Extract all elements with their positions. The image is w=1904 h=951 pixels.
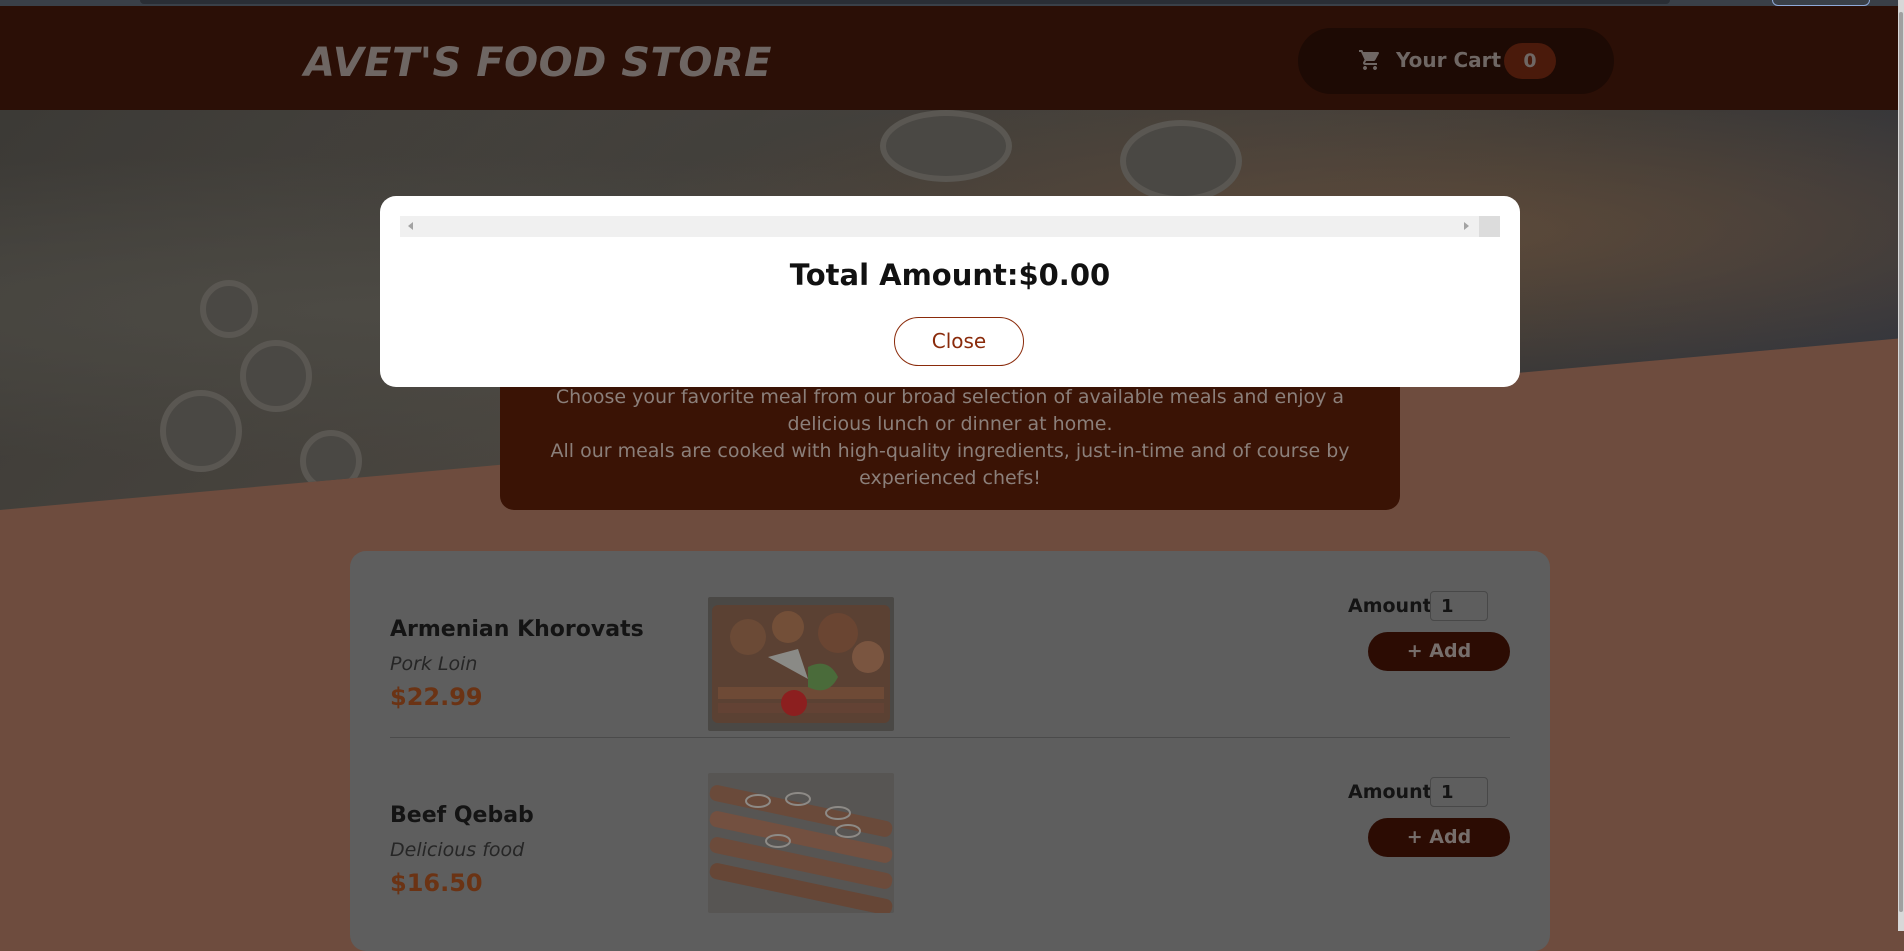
meal-name: Beef Qebab: [390, 803, 534, 828]
cart-label: Your Cart: [1396, 48, 1502, 72]
scrollbar-thumb[interactable]: [1899, 12, 1903, 912]
horizontal-scrollbar[interactable]: [400, 216, 1500, 237]
amount-label: Amount: [1348, 595, 1432, 617]
close-button[interactable]: Close: [894, 317, 1024, 366]
site-header: AVET'S FOOD STORE Your Cart 0: [0, 6, 1904, 110]
amount-input[interactable]: [1430, 777, 1488, 807]
amount-input[interactable]: [1430, 591, 1488, 621]
amount-label: Amount: [1348, 781, 1432, 803]
add-button[interactable]: + Add: [1368, 818, 1510, 857]
summary-line-2: All our meals are cooked with high-quali…: [550, 440, 1350, 489]
brand-title: AVET'S FOOD STORE: [304, 40, 772, 86]
meals-list: Armenian Khorovats Pork Loin $22.99 Amou…: [350, 551, 1550, 951]
summary-line-1: Choose your favorite meal from our broad…: [555, 386, 1345, 435]
meal-name: Armenian Khorovats: [390, 617, 644, 642]
meal-price: $16.50: [390, 869, 483, 897]
meal-image: [708, 597, 894, 731]
meal-item: Armenian Khorovats Pork Loin $22.99 Amou…: [390, 587, 1510, 738]
add-button[interactable]: + Add: [1368, 632, 1510, 671]
cart-button[interactable]: Your Cart 0: [1298, 28, 1614, 94]
scroll-left-icon[interactable]: [408, 222, 413, 230]
meal-description: Pork Loin: [390, 653, 478, 675]
meal-price: $22.99: [390, 683, 483, 711]
cart-count-badge: 0: [1504, 43, 1556, 79]
meal-image: [708, 773, 894, 913]
meal-item: Beef Qebab Delicious food $16.50 Amount …: [390, 773, 1510, 923]
cart-icon: [1359, 50, 1380, 70]
total-amount: Total Amount:$0.00: [789, 258, 1111, 292]
page-scrollbar[interactable]: [1898, 0, 1904, 931]
scrollbar-corner: [1479, 216, 1500, 237]
scroll-right-icon[interactable]: [1464, 222, 1469, 230]
address-bar[interactable]: [140, 0, 1670, 4]
intro-summary: Choose your favorite meal from our broad…: [500, 370, 1400, 510]
cart-modal: Total Amount:$0.00 Close: [380, 196, 1520, 387]
meal-description: Delicious food: [390, 839, 525, 861]
